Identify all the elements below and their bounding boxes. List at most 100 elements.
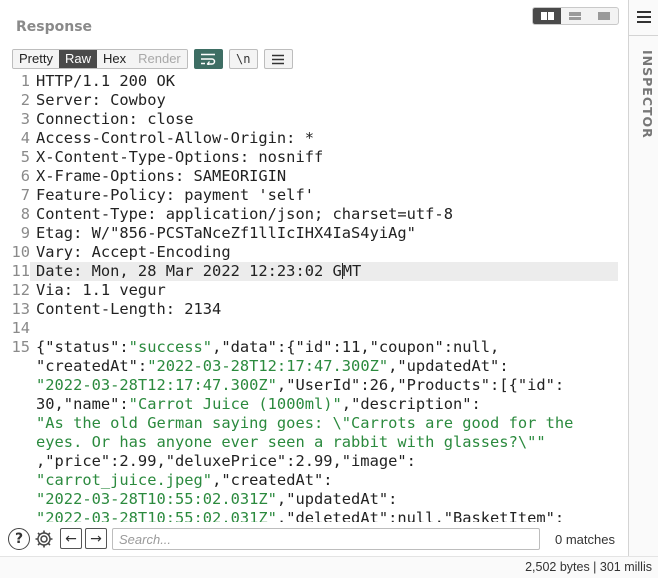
line-number: 4 <box>20 129 30 147</box>
json-token: ,"data":{"id":11,"coupon":null, <box>212 338 500 356</box>
editor-line-current: 11 Date: Mon, 28 Mar 2022 12:23:02 GMT <box>11 262 618 281</box>
json-body-line: "2022-03-28T10:55:02.031Z","deletedAt":n… <box>0 509 628 522</box>
search-settings-button[interactable] <box>33 528 55 550</box>
columns-icon <box>540 12 554 20</box>
line-text: eyes. Or has anyone ever seen a rabbit w… <box>36 433 546 452</box>
inspector-sidebar: INSPECTOR <box>628 0 658 556</box>
line-text: Date: Mon, 28 Mar 2022 12:23:02 GMT <box>36 262 361 281</box>
layout-stacked-button[interactable] <box>561 8 589 24</box>
editor-line: 1 HTTP/1.1 200 OK <box>0 72 628 91</box>
line-text: "2022-03-28T10:55:02.031Z","updatedAt": <box>36 490 397 509</box>
json-body-line: ,"price":2.99,"deluxePrice":2.99,"image"… <box>0 452 628 471</box>
line-number: 10 <box>11 243 30 261</box>
line-number: 6 <box>20 167 30 185</box>
json-string-token: "2022-03-28T12:17:47.300Z" <box>36 376 277 394</box>
json-string-token: "carrot_juice.jpeg" <box>36 471 213 489</box>
options-menu-button[interactable] <box>263 49 293 69</box>
single-pane-icon <box>597 12 610 20</box>
wrap-lines-icon <box>201 53 216 65</box>
json-token: ,"updatedAt": <box>276 490 398 508</box>
line-number: 14 <box>11 319 30 337</box>
tab-pretty[interactable]: Pretty <box>13 50 59 68</box>
json-string-token: eyes. Or has anyone ever seen a rabbit w… <box>36 433 546 451</box>
line-text: "2022-03-28T10:55:02.031Z","deletedAt":n… <box>36 509 564 522</box>
show-newlines-button[interactable]: \n <box>228 49 258 69</box>
line-text: 30,"name":"Carrot Juice (1000ml)","descr… <box>36 395 481 414</box>
search-bar: ? ← → 0 matches <box>8 527 628 551</box>
editor-line: 9 Etag: W/"856-PCSTaNceZf1llIcIHX4IaS4yiA… <box>0 224 628 243</box>
next-match-button[interactable]: → <box>85 528 107 549</box>
json-token: ,"updatedAt": <box>388 357 509 375</box>
json-string-token: "Carrot Juice (1000ml)" <box>128 395 342 413</box>
line-text: Content-Type: application/json; charset=… <box>36 205 453 223</box>
layout-single-button[interactable] <box>590 8 618 24</box>
line-text: X-Frame-Options: SAMEORIGIN <box>36 167 287 185</box>
editor-line: 4 Access-Control-Allow-Origin: * <box>0 129 628 148</box>
arrow-right-icon: → <box>90 530 102 547</box>
json-body-line: "carrot_juice.jpeg","createdAt": <box>0 471 628 490</box>
layout-side-by-side-button[interactable] <box>533 8 562 24</box>
inspector-divider <box>629 35 658 36</box>
inspector-tab[interactable]: INSPECTOR <box>633 50 655 139</box>
line-text: "carrot_juice.jpeg","createdAt": <box>36 471 333 490</box>
line-text: Content-Length: 2134 <box>36 300 222 318</box>
help-icon: ? <box>14 531 24 547</box>
view-tabs: Pretty Raw Hex Render <box>12 49 188 69</box>
response-size-time: 2,502 bytes | 301 millis <box>525 560 652 574</box>
json-token: "createdAt": <box>36 357 148 375</box>
json-body-line: "2022-03-28T10:55:02.031Z","updatedAt": <box>0 490 628 509</box>
line-text: Via: 1.1 vegur <box>36 281 166 299</box>
json-string-token: "2022-03-28T10:55:02.031Z" <box>36 509 277 522</box>
editor-line: 7 Feature-Policy: payment 'self' <box>0 186 628 205</box>
previous-match-button[interactable]: ← <box>60 528 82 549</box>
tab-hex[interactable]: Hex <box>96 50 133 68</box>
editor-line: 10 Vary: Accept-Encoding <box>0 243 628 262</box>
json-token: ,"deletedAt":null,"BasketItem": <box>276 509 565 522</box>
json-string-token: "success" <box>128 338 213 356</box>
help-button[interactable]: ? <box>8 528 30 550</box>
editor-toolbar: Pretty Raw Hex Render \n <box>12 49 293 69</box>
line-number: 8 <box>20 205 30 223</box>
search-input[interactable] <box>112 528 540 550</box>
menu-icon[interactable] <box>637 11 651 23</box>
json-string-token: "2022-03-28T12:17:47.300Z" <box>147 357 389 375</box>
line-number: 2 <box>20 91 30 109</box>
wrap-lines-button[interactable] <box>193 49 223 69</box>
json-body-line: "createdAt":"2022-03-28T12:17:47.300Z","… <box>0 357 628 376</box>
line-number: 3 <box>20 110 30 128</box>
line-text: "2022-03-28T12:17:47.300Z","UserId":26,"… <box>36 376 564 395</box>
json-token: ,"createdAt": <box>212 471 333 489</box>
editor-line: 3 Connection: close <box>0 110 628 129</box>
tab-raw[interactable]: Raw <box>58 50 97 68</box>
editor-line: 13 Content-Length: 2134 <box>0 300 628 319</box>
json-token: ,"description": <box>341 395 481 413</box>
line-text: {"status":"success","data":{"id":11,"cou… <box>36 338 499 357</box>
editor-line: 2 Server: Cowboy <box>0 91 628 110</box>
editor-line: 8 Content-Type: application/json; charset… <box>0 205 628 224</box>
line-number: 9 <box>20 224 30 242</box>
line-text: Feature-Policy: payment 'self' <box>36 186 314 204</box>
arrow-left-icon: ← <box>65 530 77 547</box>
line-text: Vary: Accept-Encoding <box>36 243 231 261</box>
match-count: 0 matches <box>555 532 615 547</box>
json-body-line: eyes. Or has anyone ever seen a rabbit w… <box>0 433 628 452</box>
response-panel: Response Pretty Raw Hex Render \n 1 HTTP… <box>0 0 628 556</box>
line-text: "createdAt":"2022-03-28T12:17:47.300Z","… <box>36 357 509 376</box>
panel-title: Response <box>16 19 93 35</box>
tab-render[interactable]: Render <box>132 50 187 68</box>
json-token: {"status": <box>36 338 129 356</box>
json-body-line: {"status":"success","data":{"id":11,"cou… <box>0 338 628 357</box>
json-body-line: "As the old German saying goes: \"Carrot… <box>0 414 628 433</box>
response-editor[interactable]: 1 HTTP/1.1 200 OK 2 Server: Cowboy 3 Connec… <box>0 72 628 522</box>
line-number: 12 <box>11 281 30 299</box>
editor-line: 12 Via: 1.1 vegur <box>0 281 628 300</box>
line-number: 1 <box>20 72 30 90</box>
line-text: Server: Cowboy <box>36 91 166 109</box>
json-body-line: 30,"name":"Carrot Juice (1000ml)","descr… <box>0 395 628 414</box>
line-number: 7 <box>20 186 30 204</box>
editor-line: 6 X-Frame-Options: SAMEORIGIN <box>0 167 628 186</box>
line-number: 11 <box>11 262 30 280</box>
line-text-after-caret: MT <box>342 262 362 280</box>
line-number: 5 <box>20 148 30 166</box>
editor-line: 5 X-Content-Type-Options: nosniff <box>0 148 628 167</box>
